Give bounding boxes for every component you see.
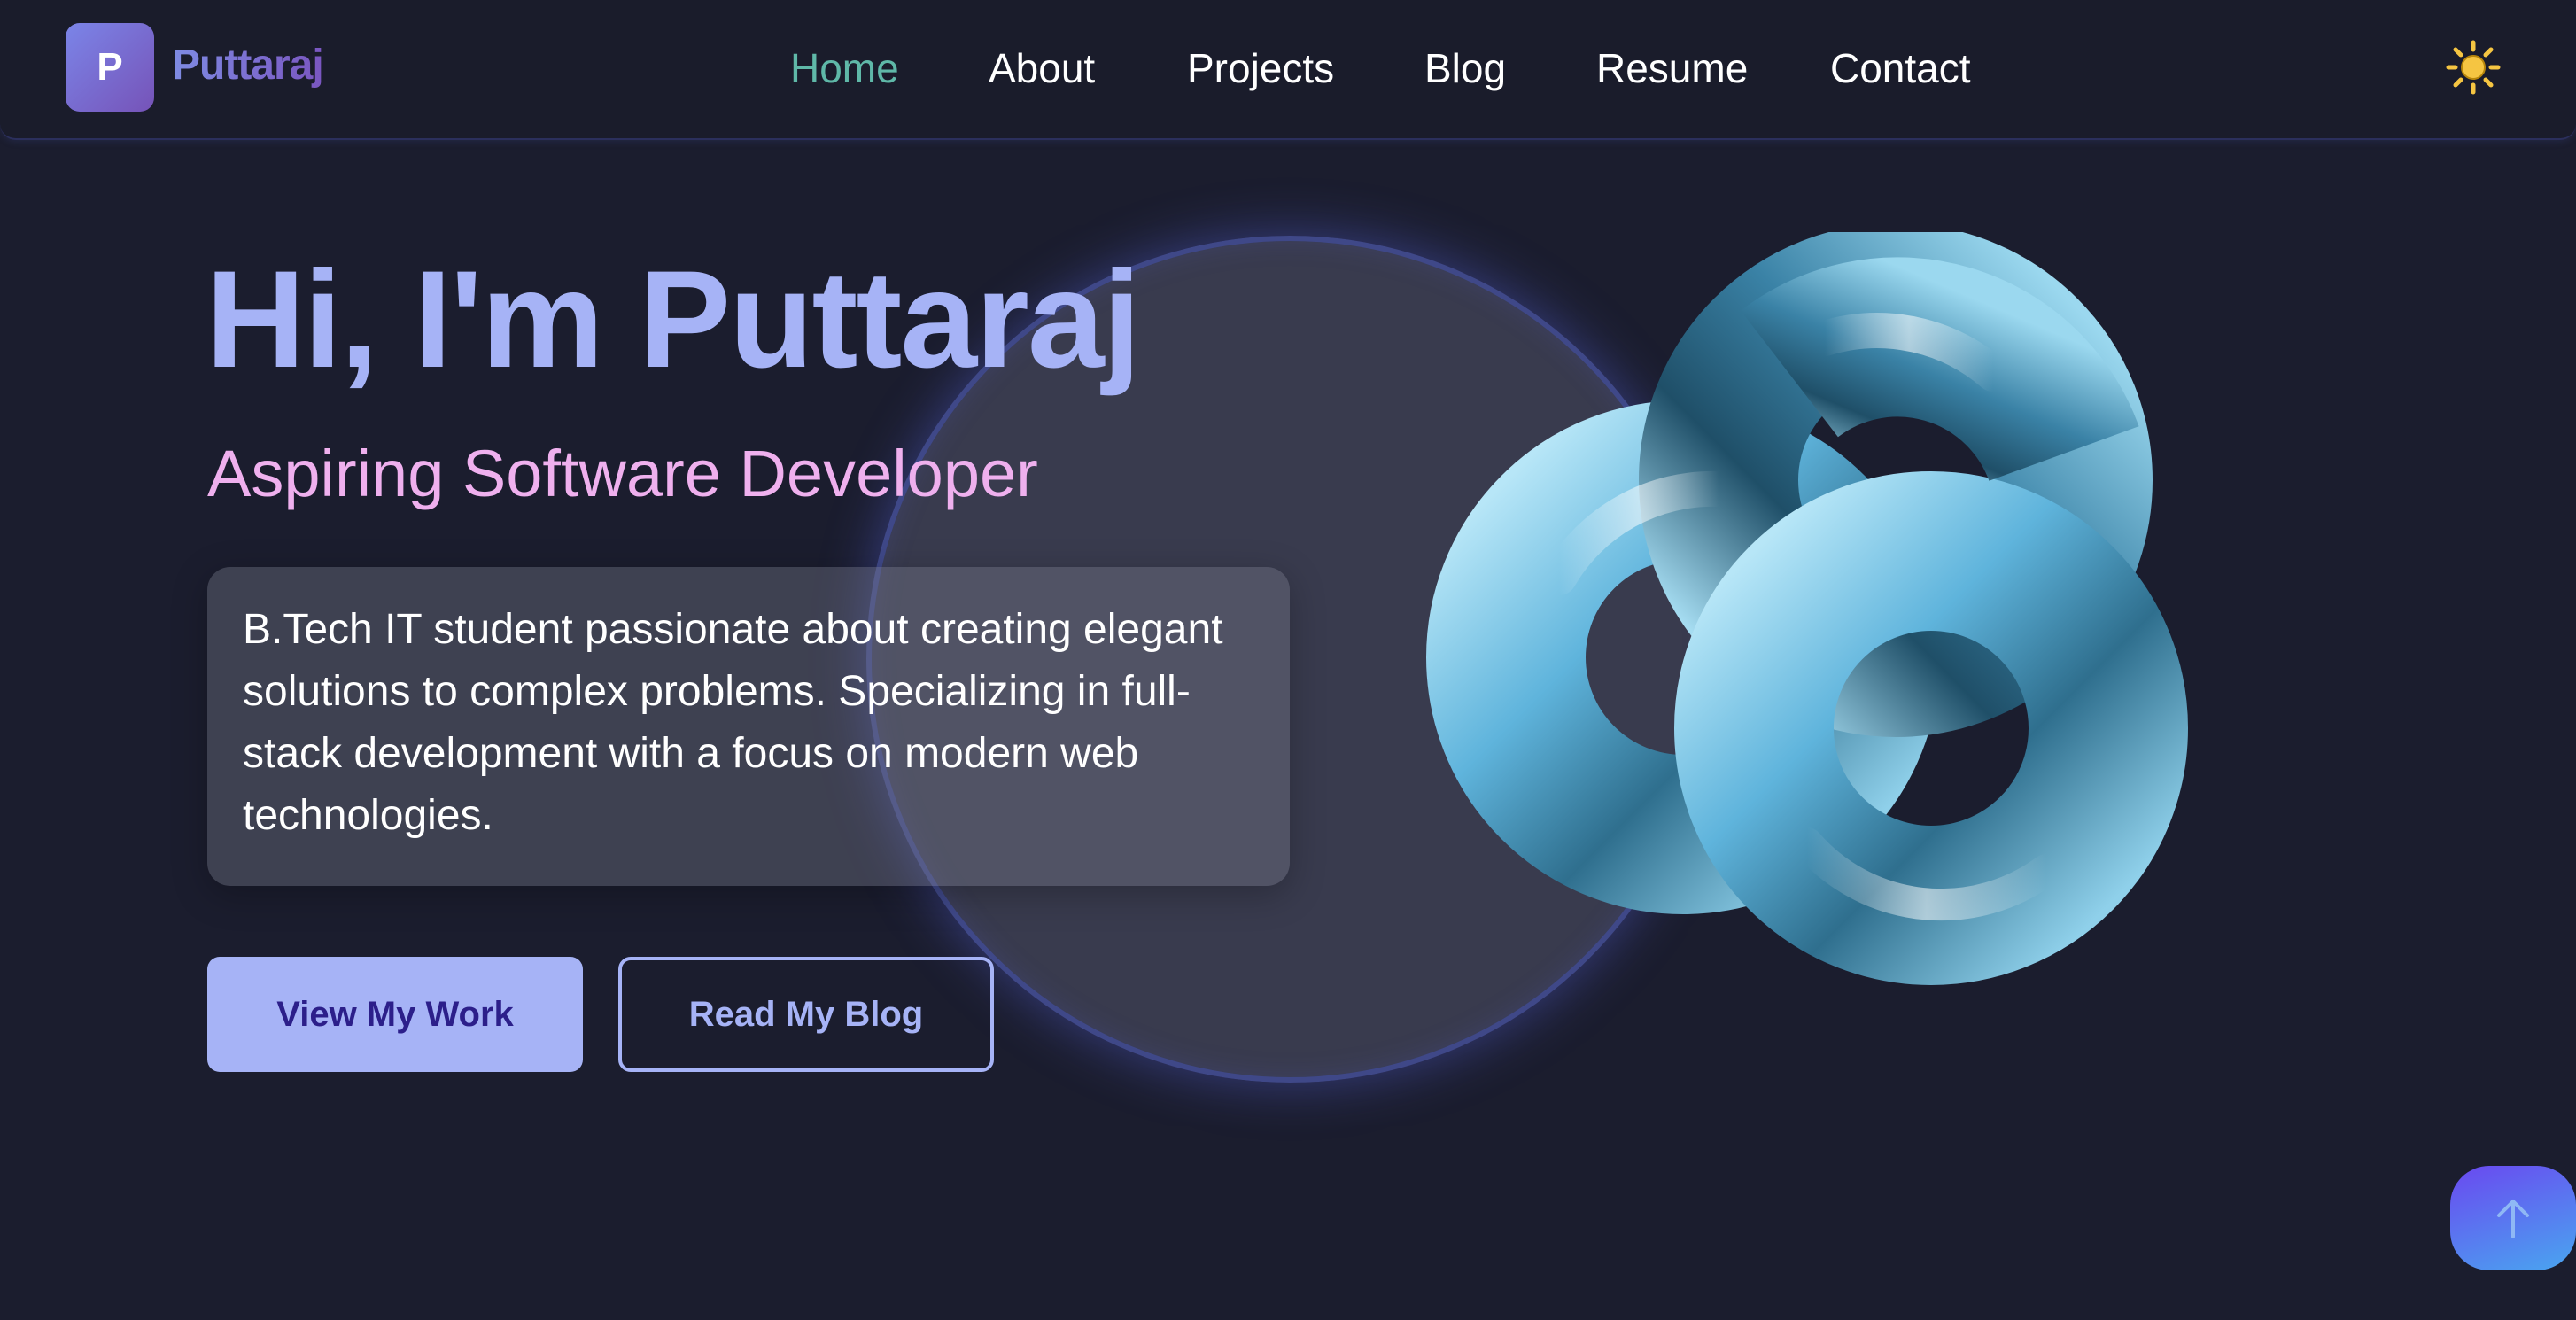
theme-toggle-button[interactable] [2445,39,2502,96]
brand-name[interactable]: Puttaraj [172,41,324,89]
view-my-work-button[interactable]: View My Work [207,957,583,1072]
bio-card: B.Tech IT student passionate about creat… [207,567,1290,886]
nav-contact[interactable]: Contact [1830,44,1971,92]
nav-about[interactable]: About [989,44,1095,92]
logo-badge[interactable]: P [66,23,154,112]
scroll-to-top-button[interactable] [2450,1166,2576,1270]
arrow-up-icon [2497,1200,2529,1238]
navbar: P Puttaraj Home About Projects Blog Resu… [0,0,2576,140]
nav-blog[interactable]: Blog [1424,44,1506,92]
bio-text: B.Tech IT student passionate about creat… [243,606,1223,839]
nav-resume[interactable]: Resume [1596,44,1748,92]
hero-title: Hi, I'm Puttaraj [206,243,1141,397]
nav-projects[interactable]: Projects [1187,44,1334,92]
read-my-blog-button[interactable]: Read My Blog [618,957,994,1072]
nav-home[interactable]: Home [790,44,899,92]
sun-icon [2446,40,2501,95]
hero-subtitle: Aspiring Software Developer [207,437,1038,510]
trefoil-knot-illustration [1426,232,2188,985]
